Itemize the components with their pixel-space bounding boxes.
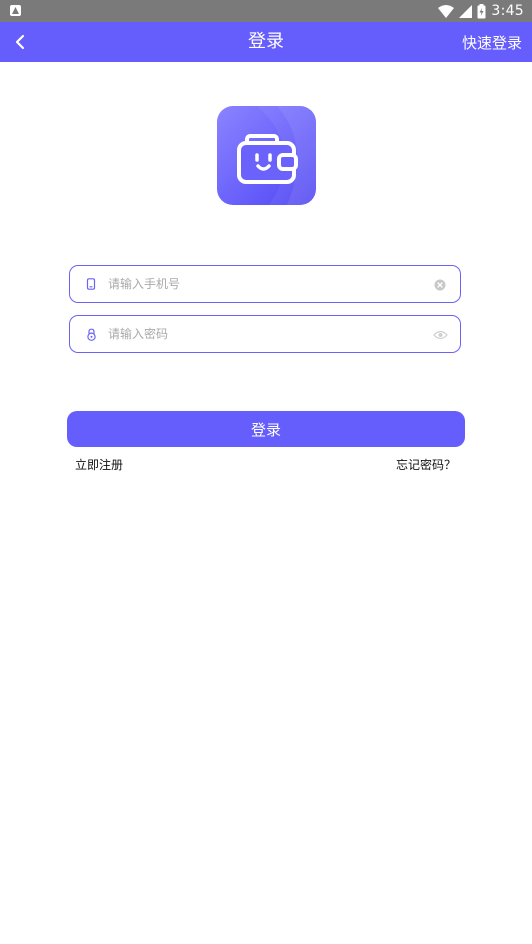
eye-icon[interactable] xyxy=(432,327,448,343)
notification-icon xyxy=(10,5,21,16)
phone-field xyxy=(69,265,461,303)
password-input[interactable] xyxy=(108,316,408,352)
app-logo xyxy=(217,106,316,205)
quick-login-button[interactable]: 快速登录 xyxy=(462,22,522,62)
phone-input[interactable] xyxy=(108,266,408,302)
lock-icon xyxy=(84,327,98,341)
clear-icon[interactable] xyxy=(432,277,448,293)
register-link[interactable]: 立即注册 xyxy=(75,456,123,474)
password-field xyxy=(69,315,461,353)
signal-icon xyxy=(459,4,473,18)
forgot-password-link[interactable]: 忘记密码？ xyxy=(396,456,456,474)
nav-bar: 登录 快速登录 xyxy=(0,22,532,62)
wallet-smile-icon xyxy=(237,106,316,205)
login-button[interactable]: 登录 xyxy=(67,411,465,447)
battery-icon xyxy=(477,3,486,18)
status-bar: 3:45 xyxy=(0,0,532,22)
status-time: 3:45 xyxy=(491,3,524,19)
wifi-icon xyxy=(438,4,455,18)
phone-icon xyxy=(84,277,98,291)
page-title: 登录 xyxy=(248,31,284,52)
status-icons: 3:45 xyxy=(438,2,524,20)
